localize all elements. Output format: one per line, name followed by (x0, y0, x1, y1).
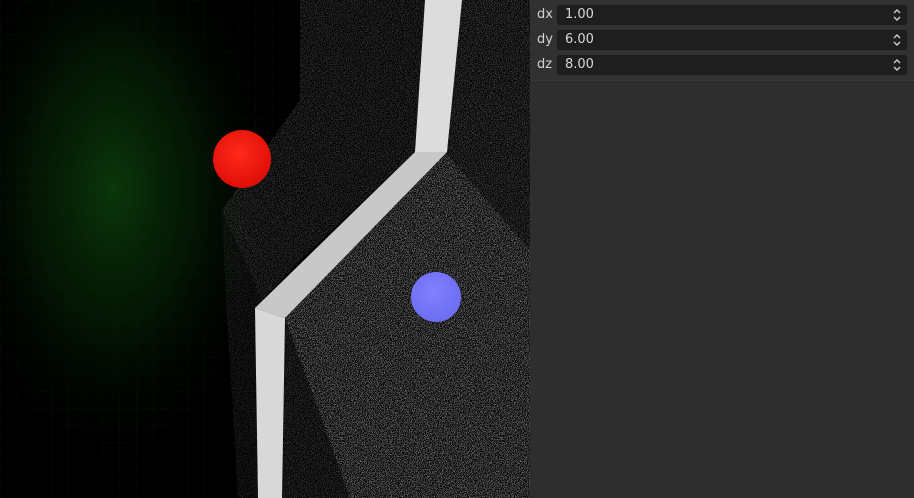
up-down-chevron-icon[interactable] (892, 58, 902, 72)
app-window: dx 1.00 dy 6.00 dz 8.00 (0, 0, 914, 498)
blue-sphere (411, 272, 461, 322)
dy-label: dy (537, 32, 553, 47)
dz-label: dz (537, 57, 553, 72)
dx-row: dx 1.00 (530, 4, 914, 26)
dx-spinbox[interactable]: 1.00 (557, 5, 907, 25)
parameters-group: dx 1.00 dy 6.00 dz 8.00 (530, 0, 914, 81)
dy-spinbox[interactable]: 6.00 (557, 30, 907, 50)
dx-label: dx (537, 7, 553, 22)
light-strip-lower (255, 308, 285, 498)
dy-row: dy 6.00 (530, 29, 914, 51)
scene-canvas[interactable] (0, 0, 530, 498)
dz-row: dz 8.00 (530, 54, 914, 76)
up-down-chevron-icon[interactable] (892, 33, 902, 47)
dx-value[interactable]: 1.00 (565, 7, 594, 23)
dz-spinbox[interactable]: 8.00 (557, 55, 907, 75)
up-down-chevron-icon[interactable] (892, 8, 902, 22)
dy-value[interactable]: 6.00 (565, 32, 594, 48)
dz-value[interactable]: 8.00 (565, 57, 594, 73)
red-sphere (213, 130, 271, 188)
properties-panel: dx 1.00 dy 6.00 dz 8.00 (530, 0, 914, 498)
render-viewport[interactable] (0, 0, 530, 498)
